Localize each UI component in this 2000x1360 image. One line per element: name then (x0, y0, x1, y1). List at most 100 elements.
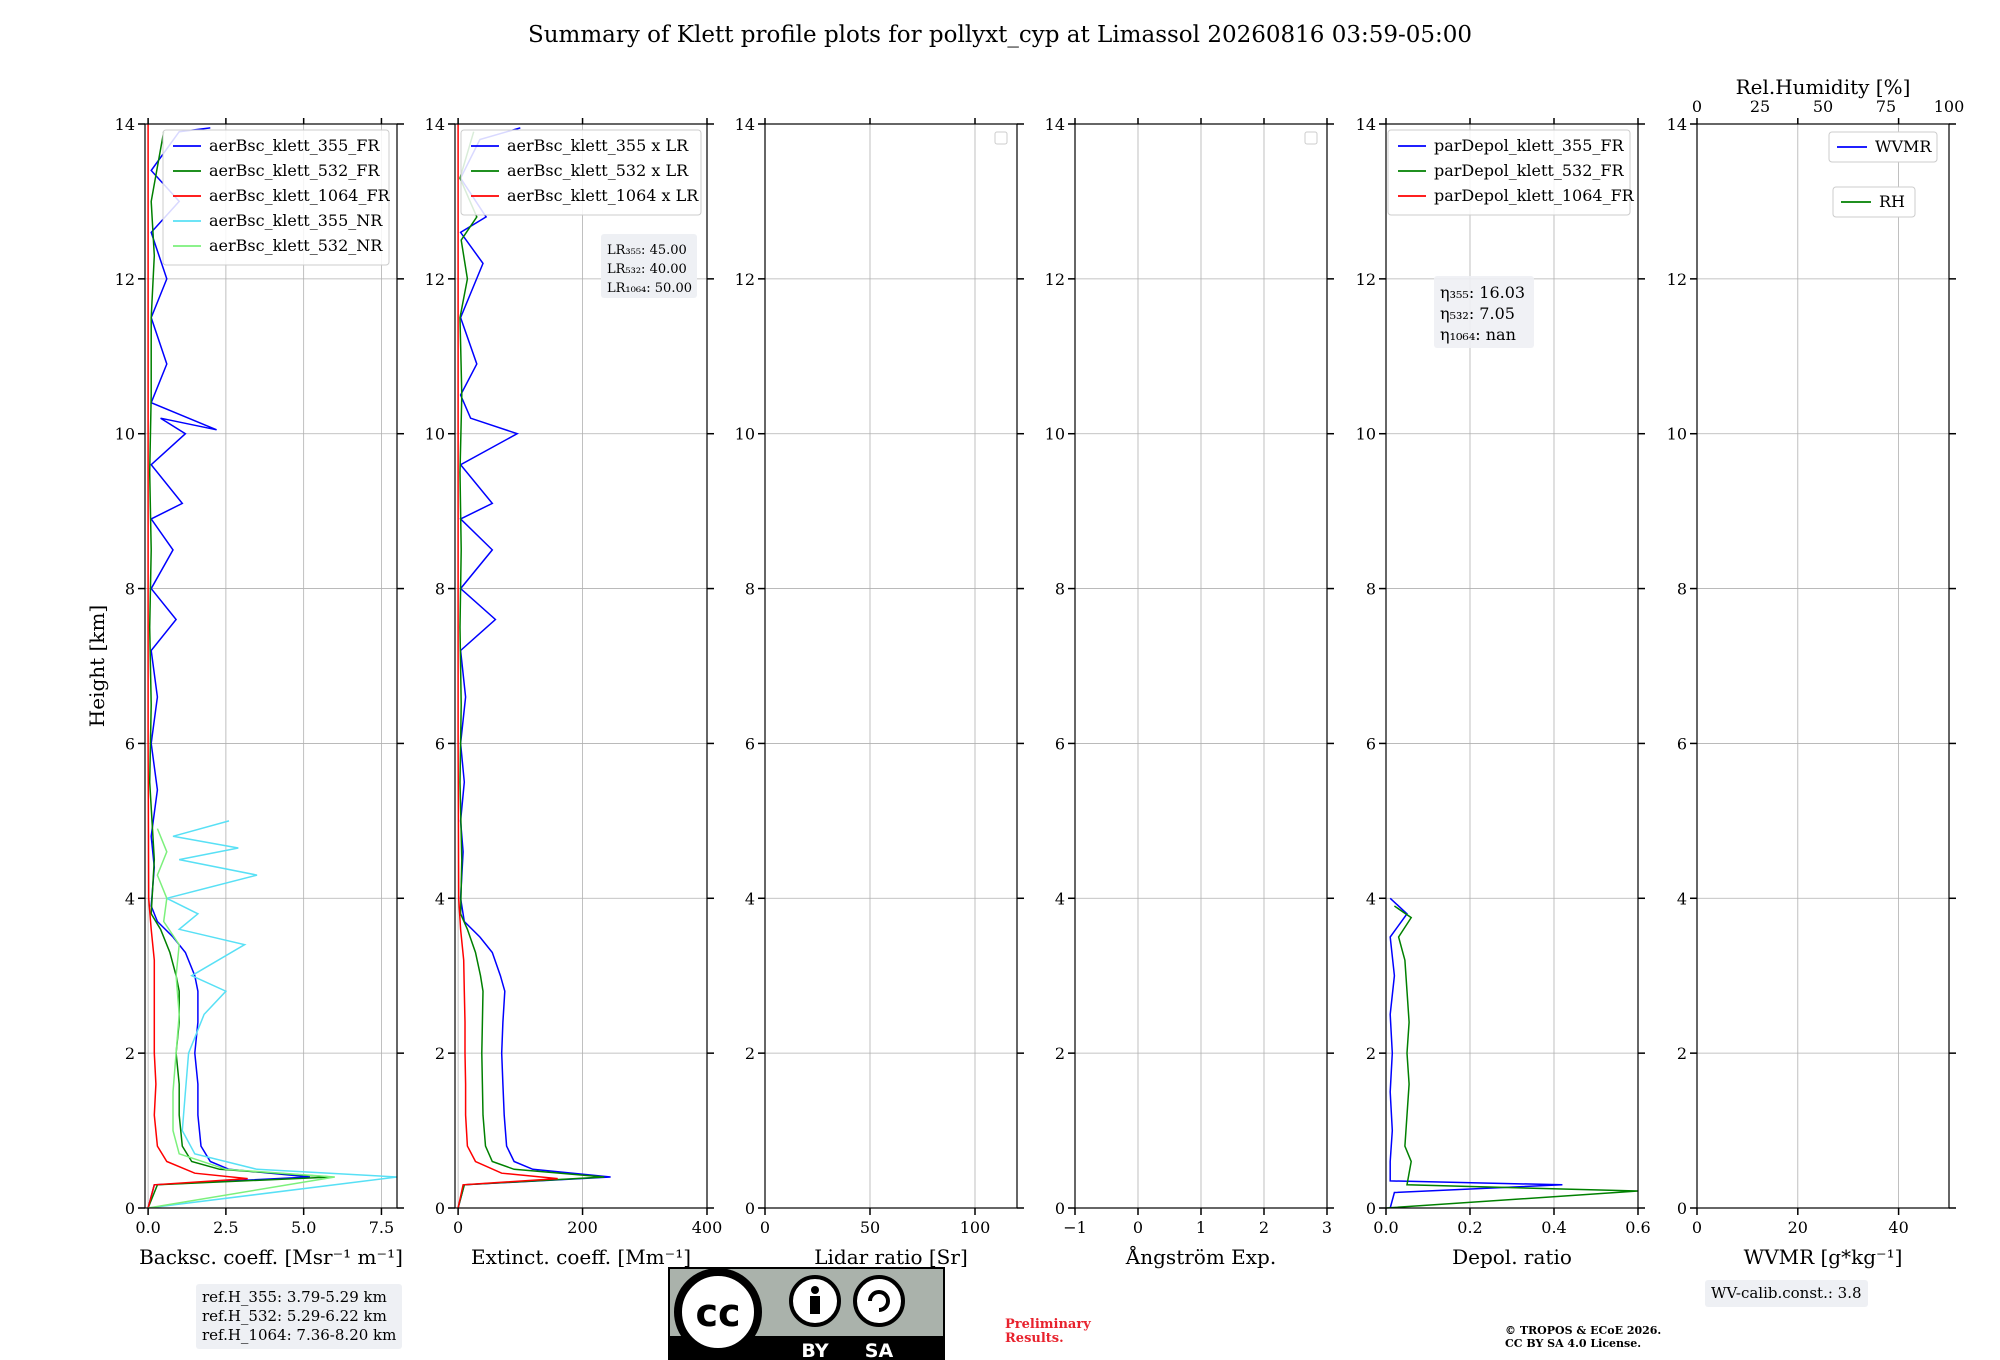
axes-frame (1696, 123, 1950, 1209)
x-tick-label: 200 (567, 1218, 598, 1237)
x-axis-label: WVMR [g*kg⁻¹] (1744, 1245, 1903, 1269)
axes-frame (144, 123, 398, 1209)
y-tick-label: 10 (1045, 425, 1065, 444)
depol-calibration-1: η₅₃₂: 7.05 (1440, 304, 1515, 323)
y-tick-label: 6 (1055, 734, 1065, 753)
legend-label: parDepol_klett_355_FR (1434, 136, 1625, 155)
profile-panel-2: 0 2 4 6 8 10 12 14 0 200 400Extinct. coeff. [Mm⁻¹]… (425, 115, 723, 1269)
y-tick-label: 14 (735, 115, 755, 134)
y-tick-label: 0 (745, 1199, 755, 1218)
legend-label: RH (1879, 192, 1905, 211)
y-tick-label: 14 (1045, 115, 1065, 134)
legend-label: aerBsc_klett_532_FR (209, 161, 380, 180)
y-tick-label: 8 (435, 580, 445, 599)
legend-label: aerBsc_klett_1064_FR (209, 186, 391, 205)
y-tick-label: 2 (1677, 1044, 1687, 1063)
y-tick-label: 12 (115, 270, 135, 289)
y-tick-label: 10 (115, 425, 135, 444)
preliminary-line-1: Preliminary (1005, 1317, 1091, 1332)
y-tick-label: 0 (435, 1199, 445, 1218)
y-tick-label: 2 (125, 1044, 135, 1063)
y-tick-label: 0 (125, 1199, 135, 1218)
legend: parDepol_klett_355_FR parDepol_klett_532_… (1387, 129, 1635, 216)
copyright-note: © TROPOS & ECoE 2026. CC BY SA 4.0 Licen… (1505, 1324, 1661, 1350)
legend-WVMR: WVMR (1828, 131, 1938, 163)
x-tick-label: 2.5 (213, 1218, 238, 1237)
empty-legend-box (1304, 131, 1318, 145)
x-tick-label: 0.2 (1457, 1218, 1482, 1237)
legend: aerBsc_klett_355 x LR aerBsc_klett_532 x … (460, 129, 702, 216)
x-tick-label: 0 (1692, 1218, 1702, 1237)
figure-title: Summary of Klett profile plots for polly… (527, 22, 1473, 48)
y-tick-label: 8 (125, 580, 135, 599)
y-tick-label: 10 (1356, 425, 1376, 444)
x-tick-label: 0 (453, 1218, 463, 1237)
depol-calibration-2: η₁₀₆₄: nan (1440, 325, 1516, 344)
by-label: BY (801, 1340, 828, 1360)
y-tick-label: 10 (425, 425, 445, 444)
y-tick-label: 2 (745, 1044, 755, 1063)
y-tick-label: 2 (1055, 1044, 1065, 1063)
x2-tick-label: 25 (1750, 97, 1770, 116)
y-tick-label: 6 (745, 734, 755, 753)
legend-label: aerBsc_klett_355_FR (209, 136, 380, 155)
cc-by-sa-badge: cc BY SA (668, 1267, 945, 1360)
legend-label: parDepol_klett_1064_FR (1434, 186, 1635, 205)
y-tick-label: 0 (1366, 1199, 1376, 1218)
x-tick-label: 100 (960, 1218, 991, 1237)
series-line-aerBsc_klett_355_FR (147, 127, 310, 1209)
y-tick-label: 6 (1366, 734, 1376, 753)
x2-tick-label: 75 (1876, 97, 1896, 116)
copyright-line-1: © TROPOS & ECoE 2026. (1505, 1324, 1662, 1337)
ref-height-1064: ref.H_1064: 7.36-8.20 km (202, 1326, 397, 1344)
y-tick-label: 4 (745, 889, 755, 908)
x2-axis-label: Rel.Humidity [%] (1736, 75, 1911, 99)
x-tick-label: 0 (1133, 1218, 1143, 1237)
y-tick-label: 4 (435, 889, 445, 908)
x-tick-label: 7.5 (369, 1218, 394, 1237)
y-tick-label: 6 (125, 734, 135, 753)
legend-RH: RH (1832, 186, 1916, 218)
x-tick-label: 1 (1196, 1218, 1206, 1237)
y-tick-label: 12 (1667, 270, 1687, 289)
profile-panel-1: 0 2 4 6 8 10 12 14 0.0 2.5 5.0 7.5 Backsc. coeff. [M… (85, 115, 404, 1269)
profile-panel-6: 0 2 4 6 8 10 12 14 0 20 40 WVMR [g*kg⁻¹] 0 25 50 75 100 R… (1667, 75, 1965, 1269)
reference-height-box: ref.H_355: 3.79-5.29 km ref.H_532: 5.29-… (196, 1284, 403, 1349)
legend-label: WVMR (1875, 137, 1932, 156)
y-tick-label: 12 (735, 270, 755, 289)
lidar-ratio-0: LR₃₅₅: 45.00 (607, 243, 687, 258)
x-tick-label: 20 (1788, 1218, 1808, 1237)
wv-calibration-box: WV-calib.const.: 3.8 (1705, 1280, 1868, 1307)
preliminary-note: Preliminary Results. (1005, 1318, 1091, 1346)
y-tick-label: 14 (1667, 115, 1687, 134)
y-tick-label: 4 (1677, 889, 1687, 908)
y-tick-label: 6 (1677, 734, 1687, 753)
series-line-aerBsc_klett_355 x LR (457, 127, 611, 1209)
by-icon-head (811, 1286, 819, 1294)
ref-height-532: ref.H_532: 5.29-6.22 km (202, 1307, 387, 1325)
y-tick-label: 2 (1366, 1044, 1376, 1063)
x-tick-label: 0.6 (1625, 1218, 1650, 1237)
y-tick-label: 10 (1667, 425, 1687, 444)
y-tick-label: 0 (1677, 1199, 1687, 1218)
copyright-line-2: CC BY SA 4.0 License. (1505, 1337, 1642, 1350)
x-axis-label: Extinct. coeff. [Mm⁻¹] (471, 1245, 691, 1269)
sa-label: SA (865, 1340, 894, 1360)
cc-text: cc (695, 1291, 740, 1335)
lidar-ratio-1: LR₅₃₂: 40.00 (607, 262, 687, 277)
x-axis-label: Ångström Exp. (1125, 1244, 1276, 1269)
legend-label: aerBsc_klett_532_NR (209, 236, 383, 255)
y-tick-label: 14 (1356, 115, 1376, 134)
sa-icon (853, 1275, 905, 1327)
x-tick-label: 400 (692, 1218, 723, 1237)
legend-label: aerBsc_klett_1064 x LR (507, 186, 699, 205)
y-axis-label: Height [km] (85, 605, 109, 727)
profile-panel-4: 02468101214−1 0 1 2 3Ångström Exp. (1045, 115, 1334, 1269)
figure-canvas: 024681012140.0 2.5 5.0 7.5Backsc. coeff. [M… (85, 75, 1965, 1360)
x-axis-label: Lidar ratio [Sr] (814, 1245, 968, 1269)
preliminary-line-2: Results. (1005, 1331, 1064, 1346)
x2-tick-label: 50 (1813, 97, 1833, 116)
y-tick-label: 8 (745, 580, 755, 599)
y-tick-label: 14 (115, 115, 135, 134)
y-tick-label: 4 (125, 889, 135, 908)
